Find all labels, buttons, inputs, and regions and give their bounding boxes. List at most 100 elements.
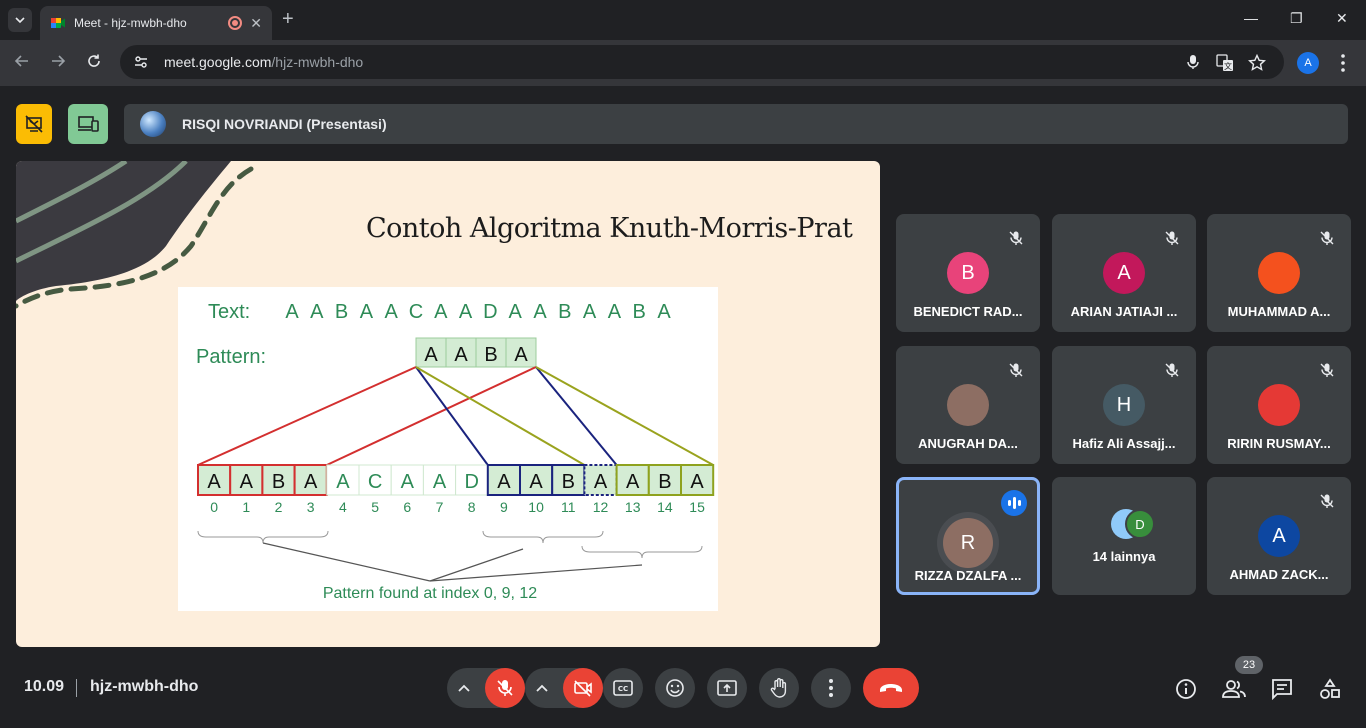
turn-on-camera-button[interactable] <box>563 668 603 708</box>
text-char: D <box>483 301 497 323</box>
index-label: 4 <box>339 499 347 515</box>
participant-tile[interactable]: R RIZZA DZALFA ... <box>896 477 1040 595</box>
text-char: A <box>285 301 299 323</box>
text-box-char: A <box>529 471 543 493</box>
activities-button[interactable] <box>1317 676 1343 702</box>
index-label: 11 <box>561 499 576 515</box>
hide-presentation-icon <box>25 115 43 133</box>
chevron-down-icon <box>15 17 25 24</box>
url-path: /hjz-mwbh-dho <box>271 54 364 70</box>
pointer-line <box>429 548 524 582</box>
translate-icon[interactable]: 文 <box>1216 54 1234 72</box>
index-label: 3 <box>307 499 315 515</box>
browser-tab-meet[interactable]: Meet - hjz-mwbh-dho ✕ <box>40 6 272 40</box>
match-line <box>415 366 489 466</box>
info-icon <box>1176 679 1196 699</box>
address-bar[interactable]: meet.google.com/hjz-mwbh-dho 文 <box>120 45 1284 79</box>
bookmark-star-icon[interactable] <box>1248 54 1266 72</box>
text-char: A <box>533 301 547 323</box>
participant-name: 14 lainnya <box>1092 549 1156 564</box>
back-arrow-icon[interactable] <box>14 53 30 69</box>
text-char: A <box>459 301 473 323</box>
chat-button[interactable] <box>1269 676 1295 702</box>
index-label: 5 <box>371 499 379 515</box>
present-screen-icon <box>717 680 737 696</box>
participant-name: RIRIN RUSMAY... <box>1227 436 1331 451</box>
unmute-button[interactable] <box>485 668 525 708</box>
participant-name: BENEDICT RAD... <box>913 304 1023 319</box>
people-count-badge: 23 <box>1235 656 1263 674</box>
chevron-up-icon[interactable] <box>457 678 471 698</box>
participant-tile[interactable]: B BENEDICT RAD... <box>896 214 1040 332</box>
hand-icon <box>770 678 787 698</box>
chevron-up-icon[interactable] <box>535 678 549 698</box>
forward-arrow-icon[interactable] <box>50 53 66 69</box>
participant-avatar <box>947 384 989 426</box>
microphone-icon[interactable] <box>1186 54 1200 70</box>
reactions-button[interactable] <box>655 668 695 708</box>
restore-button[interactable]: ❐ <box>1290 10 1303 27</box>
participant-tile[interactable]: ANUGRAH DA... <box>896 346 1040 464</box>
text-box-char: A <box>336 471 350 493</box>
text-char: A <box>583 301 597 323</box>
close-window-button[interactable]: ✕ <box>1336 10 1348 27</box>
presenter-bar: RISQI NOVRIANDI (Presentasi) <box>124 104 1348 144</box>
index-label: 12 <box>593 499 609 515</box>
raise-hand-button[interactable] <box>759 668 799 708</box>
participant-tile[interactable]: RIRIN RUSMAY... <box>1207 346 1351 464</box>
meeting-details-button[interactable] <box>1173 676 1199 702</box>
text-box-char: B <box>562 471 575 493</box>
site-info-button[interactable] <box>130 51 152 73</box>
browser-menu-icon[interactable] <box>1336 52 1350 74</box>
stop-presentation-button[interactable] <box>16 104 52 144</box>
companion-mode-button[interactable] <box>68 104 108 144</box>
url-host: meet.google.com <box>164 54 272 70</box>
slide-title: Contoh Algoritma Knuth-Morris-Prat <box>366 213 853 244</box>
tab-close-icon[interactable]: ✕ <box>250 15 262 32</box>
pattern-char: A <box>454 344 468 366</box>
participant-avatar: H <box>1103 384 1145 426</box>
meeting-time: 10.09 <box>24 678 65 695</box>
tab-search-button[interactable] <box>8 8 32 32</box>
participant-tile[interactable]: H Hafiz Ali Assajj... <box>1052 346 1196 464</box>
mic-off-icon <box>1315 358 1339 382</box>
participant-avatar: D <box>1125 509 1155 539</box>
activities-icon <box>1320 678 1340 699</box>
participant-tile[interactable]: D 14 lainnya <box>1052 477 1196 595</box>
participant-avatar: A <box>1103 252 1145 294</box>
mic-off-icon <box>1004 226 1028 250</box>
meet-bottom-bar: 10.09 hjz-mwbh-dho CC 23 <box>0 656 1366 728</box>
text-char: A <box>509 301 523 323</box>
text-char: A <box>310 301 324 323</box>
captions-button[interactable]: CC <box>603 668 643 708</box>
text-box-char: A <box>690 471 704 493</box>
mic-off-icon <box>1004 358 1028 382</box>
browser-toolbar: meet.google.com/hjz-mwbh-dho 文 A <box>0 40 1366 86</box>
present-button[interactable] <box>707 668 747 708</box>
browser-tab-bar: Meet - hjz-mwbh-dho ✕ + — ❐ ✕ <box>0 0 1366 40</box>
participant-name: ARIAN JATIAJI ... <box>1070 304 1178 319</box>
index-label: 6 <box>403 499 411 515</box>
participant-tile[interactable]: MUHAMMAD A... <box>1207 214 1351 332</box>
svg-text:文: 文 <box>1224 61 1232 71</box>
people-button[interactable] <box>1221 676 1247 702</box>
profile-avatar[interactable]: A <box>1297 52 1319 74</box>
brace <box>197 530 329 544</box>
more-vert-icon <box>829 679 833 697</box>
participant-tile[interactable]: A ARIAN JATIAJI ... <box>1052 214 1196 332</box>
leave-call-button[interactable] <box>863 668 919 708</box>
text-char: A <box>385 301 399 323</box>
participant-avatar: A <box>1258 515 1300 557</box>
minimize-button[interactable]: — <box>1244 10 1258 26</box>
meeting-code: hjz-mwbh-dho <box>90 678 199 695</box>
new-tab-button[interactable]: + <box>282 8 294 31</box>
participant-tile[interactable]: A AHMAD ZACK... <box>1207 477 1351 595</box>
reload-icon[interactable] <box>86 53 102 69</box>
mic-off-icon <box>1160 358 1184 382</box>
mic-control-group <box>447 668 525 708</box>
participant-name: AHMAD ZACK... <box>1229 567 1329 582</box>
people-icon <box>1222 680 1246 698</box>
more-options-button[interactable] <box>811 668 851 708</box>
mic-off-icon <box>1160 226 1184 250</box>
meet-favicon-icon <box>51 18 65 28</box>
